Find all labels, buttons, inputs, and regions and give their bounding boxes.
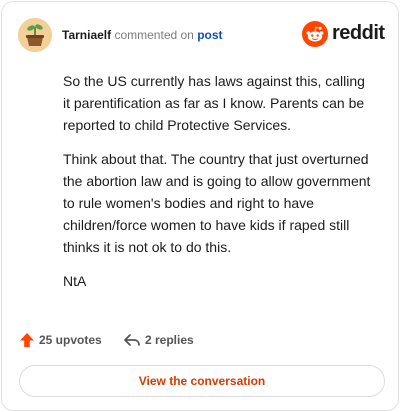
replies-count: 2 replies — [145, 333, 194, 347]
author-name[interactable]: Tarniaelf — [62, 28, 111, 42]
meta-action-text: commented on — [114, 28, 194, 42]
comment-header: Tarniaelf commented on post reddit — [18, 18, 385, 52]
reddit-alien-icon — [302, 21, 328, 47]
comment-paragraph: NtA — [63, 273, 87, 289]
replies-button[interactable]: 2 replies — [123, 332, 194, 348]
reddit-logo[interactable]: reddit — [302, 21, 385, 49]
comment-paragraph: Think about that. The country that just … — [63, 151, 371, 255]
logo-wordmark: reddit — [332, 22, 385, 44]
avatar[interactable] — [18, 18, 52, 52]
sprout-pot-avatar-icon — [18, 18, 52, 52]
comment-paragraph: So the US currently has laws against thi… — [63, 73, 365, 133]
comment-body: So the US currently has laws against thi… — [63, 70, 373, 304]
comment-embed-card: Tarniaelf commented on post reddit So th… — [1, 1, 399, 411]
post-link[interactable]: post — [197, 28, 222, 42]
reply-arrow-icon — [124, 334, 140, 346]
upvote-button[interactable]: 25 upvotes — [19, 332, 102, 348]
upvote-arrow-icon — [20, 333, 34, 347]
comment-meta: Tarniaelf commented on post — [62, 27, 223, 43]
view-conversation-button[interactable]: View the conversation — [19, 365, 385, 397]
upvote-count: 25 upvotes — [39, 333, 102, 347]
